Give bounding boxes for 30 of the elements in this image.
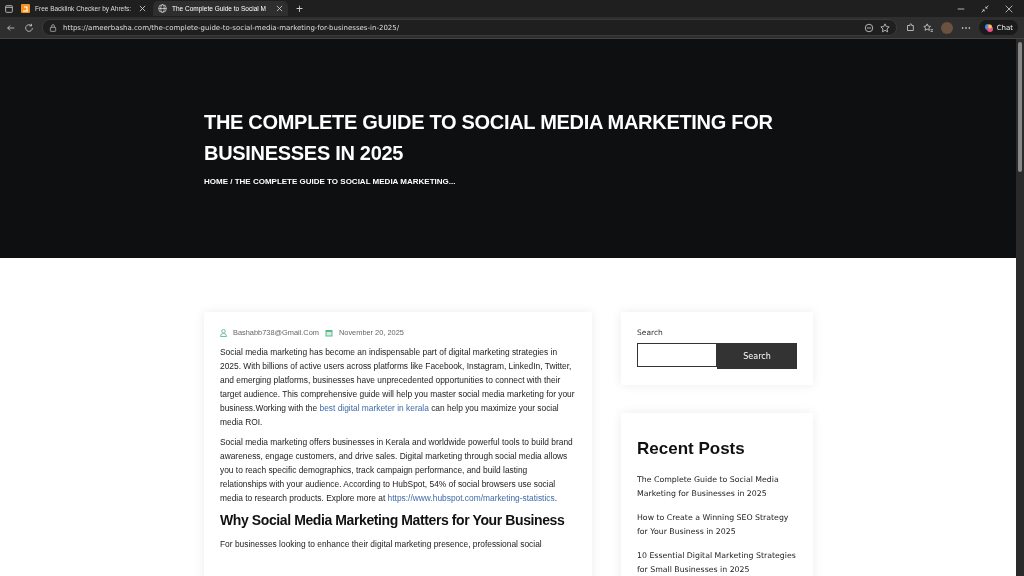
reader-icon[interactable] <box>863 22 874 33</box>
text-link[interactable]: https://www.hubspot.com/marketing-statistics <box>387 493 555 503</box>
search-button[interactable]: Search <box>717 343 797 369</box>
calendar-icon <box>324 328 333 337</box>
search-field[interactable] <box>637 343 717 367</box>
person-icon <box>220 328 227 337</box>
chat-logo-icon <box>983 22 994 33</box>
paragraph: Social media marketing has become an indispensable part of digital marketing strategies in 2025. With billions of active users across platforms like Facebook, Instagram, LinkedIn, Twitter, and emerging platforms, businesses have unprecedented opportunities to connect with their target audience. This comprehensive guide will help you master social media marketing for your business.Working with the best digital marketer in kerala can help you maximize your social media ROI. <box>220 346 576 429</box>
paragraph: Social media marketing offers businesses in Kerala and worldwide powerful tools to build brand awareness, engage customers, and drive sales. Digital marketing through social media allows you to reach specific demographics, track campaign performance, and build lasting relationships with your audience. According to HubSpot, 54% of social browsers use social media to research products. Explore more at https://www.hubspot.com/marketing-statistics. <box>220 436 574 505</box>
favorites-icon[interactable] <box>922 22 933 33</box>
restore-icon[interactable] <box>980 3 990 14</box>
close-tab-icon[interactable] <box>276 5 283 12</box>
back-icon[interactable] <box>6 22 16 33</box>
globe-icon <box>158 4 167 13</box>
refresh-icon[interactable] <box>24 22 34 33</box>
close-icon[interactable] <box>1004 3 1014 14</box>
breadcrumb: HOME / THE COMPLETE GUIDE TO SOCIAL MEDIA MARKETING... <box>204 177 457 186</box>
paragraph: For businesses looking to enhance their digital marketing presence, professional social <box>220 538 543 551</box>
page-title: THE COMPLETE GUIDE TO SOCIAL MEDIA MARKETING FOR BUSINESSES IN 2025 <box>204 110 774 166</box>
extensions-icon[interactable] <box>904 22 915 33</box>
scrollbar-thumb[interactable] <box>1018 42 1022 172</box>
star-icon[interactable] <box>879 22 890 33</box>
new-tab-button[interactable]: + <box>290 1 309 16</box>
tab-actions-icon[interactable] <box>4 3 14 14</box>
site-logo-icon <box>21 4 30 13</box>
section-heading: Why Social Media Marketing Matters for Your Business <box>220 511 565 529</box>
widget-title: Recent Posts <box>637 439 746 459</box>
close-tab-icon[interactable] <box>139 5 146 12</box>
text-link[interactable]: best digital marketer in kerala <box>319 403 429 413</box>
lock-icon[interactable] <box>49 23 57 32</box>
